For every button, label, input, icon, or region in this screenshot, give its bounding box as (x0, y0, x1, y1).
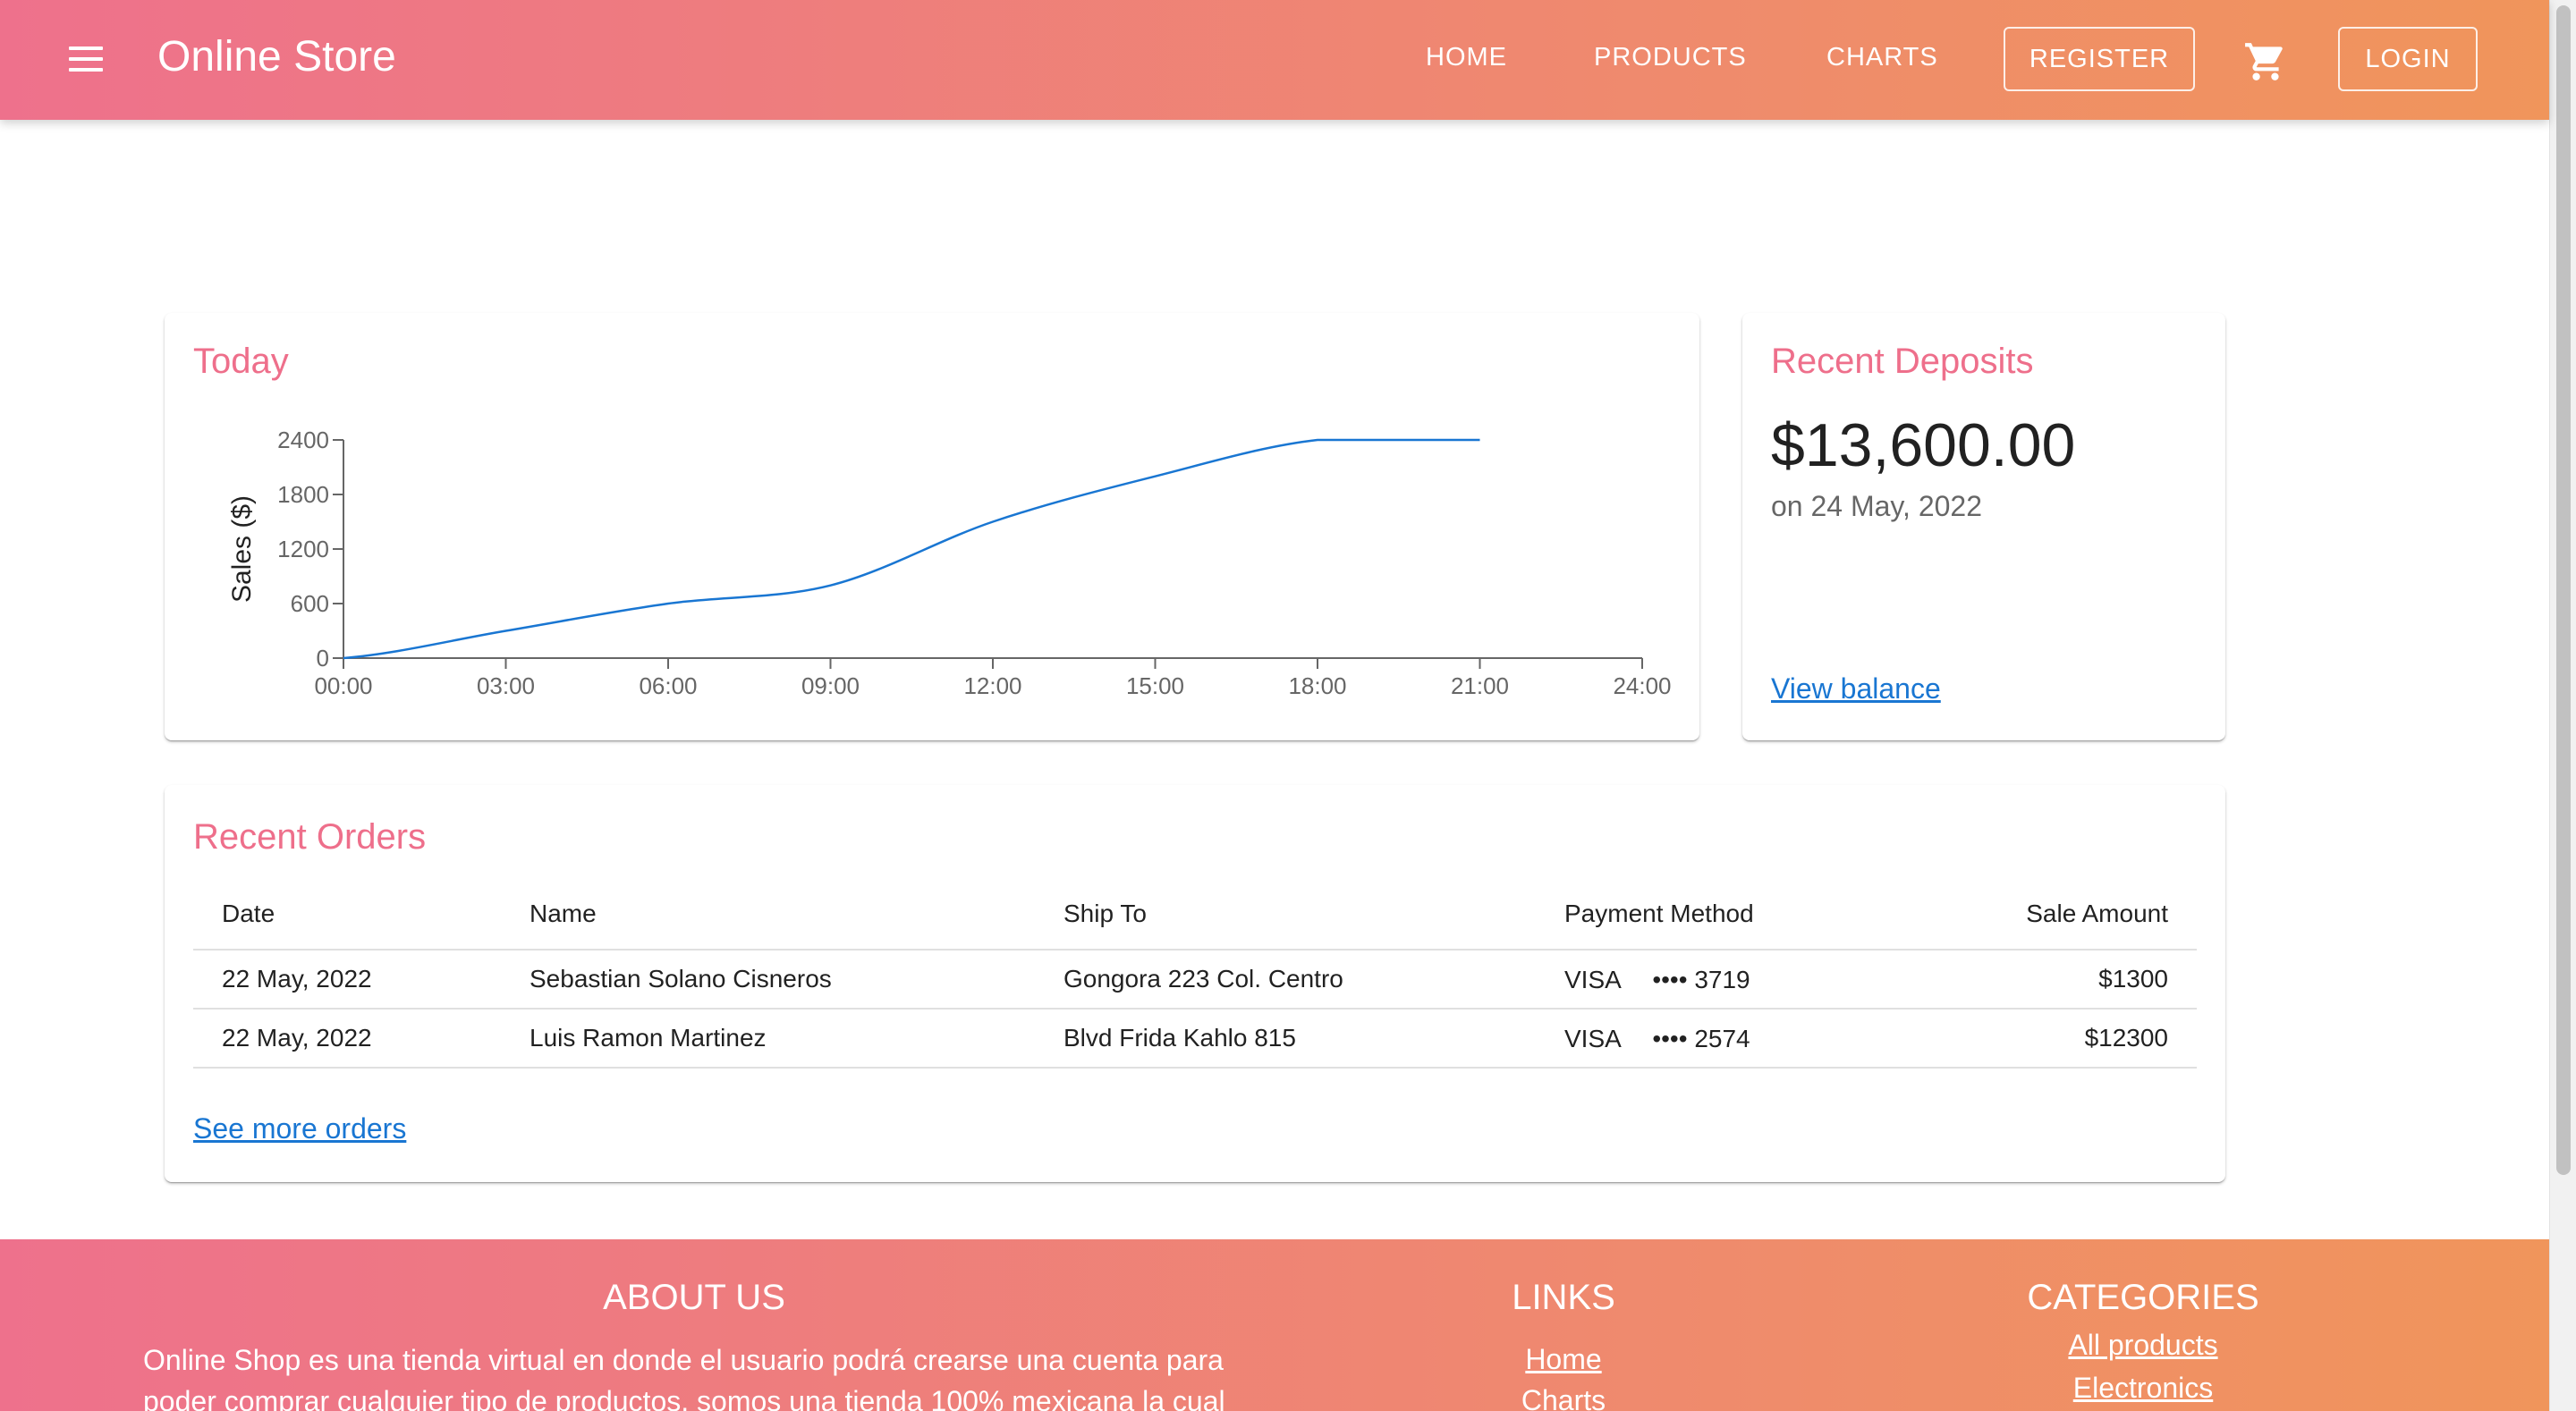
sales-series-line (343, 438, 1480, 660)
orders-table: Date Name Ship To Payment Method Sale Am… (193, 878, 2197, 1069)
login-button[interactable]: LOGIN (2338, 27, 2478, 91)
recent-deposits-card: Recent Deposits $13,600.00 on 24 May, 20… (1742, 313, 2225, 740)
app-bar: Online Store HOME PRODUCTS CHARTS REGIST… (0, 0, 2549, 120)
x-tick-label: 06:00 (639, 672, 697, 699)
nav-home[interactable]: HOME (1426, 39, 1507, 75)
footer-link-charts[interactable]: Charts (1521, 1382, 1606, 1411)
scrollbar-thumb[interactable] (2556, 5, 2571, 1175)
app-title[interactable]: Online Store (157, 32, 396, 82)
order-ship-to: Gongora 223 Col. Centro (1035, 950, 1536, 1010)
y-axis-label: Sales ($) (227, 495, 257, 603)
column-header-date: Date (193, 878, 501, 951)
table-row: 22 May, 2022 Luis Ramon Martinez Blvd Fr… (193, 1009, 2197, 1069)
orders-title: Recent Orders (193, 817, 427, 857)
y-tick-label: 2400 (277, 427, 329, 453)
order-date: 22 May, 2022 (193, 950, 501, 1010)
column-header-ship-to: Ship To (1035, 878, 1536, 951)
deposit-amount: $13,600.00 (1771, 411, 2076, 479)
y-tick-label: 600 (291, 590, 329, 617)
order-sale-amount: $1300 (1947, 950, 2197, 1010)
order-date: 22 May, 2022 (193, 1009, 501, 1069)
footer: ABOUT US Online Shop es una tienda virtu… (0, 1239, 2549, 1411)
column-header-sale-amount: Sale Amount (1947, 878, 2197, 951)
deposit-date: on 24 May, 2022 (1771, 490, 1983, 522)
table-row: 22 May, 2022 Sebastian Solano Cisneros G… (193, 950, 2197, 1010)
x-tick-label: 18:00 (1288, 672, 1346, 699)
cart-icon[interactable] (2243, 39, 2288, 84)
x-tick-label: 00:00 (314, 672, 372, 699)
order-name: Luis Ramon Martinez (501, 1009, 1035, 1069)
categories-heading: CATEGORIES (2027, 1278, 2259, 1317)
x-tick-label: 21:00 (1451, 672, 1509, 699)
x-tick-label: 09:00 (801, 672, 860, 699)
footer-category-all-products[interactable]: All products (2068, 1327, 2217, 1363)
deposits-title: Recent Deposits (1771, 342, 2034, 381)
order-ship-to: Blvd Frida Kahlo 815 (1035, 1009, 1536, 1069)
x-tick-label: 15:00 (1126, 672, 1184, 699)
table-header-row: Date Name Ship To Payment Method Sale Am… (193, 878, 2197, 951)
order-payment-method: VISA ⠀ •••• 3719 (1536, 950, 1947, 1010)
x-tick-label: 03:00 (477, 672, 535, 699)
menu-icon[interactable] (59, 32, 113, 86)
nav-products[interactable]: PRODUCTS (1594, 39, 1747, 75)
order-name: Sebastian Solano Cisneros (501, 950, 1035, 1010)
nav-charts[interactable]: CHARTS (1826, 39, 1938, 75)
links-heading: LINKS (1512, 1278, 1615, 1317)
see-more-orders-link[interactable]: See more orders (193, 1109, 406, 1148)
y-tick-label: 1200 (277, 536, 329, 562)
today-chart-card: Today 0 600 1200 1800 2400 00:00 03:00 06:00 09:… (165, 313, 1699, 740)
sales-line-chart: 0 600 1200 1800 2400 00:00 03:00 06:00 09:00 12:0… (227, 427, 1672, 699)
x-tick-label: 24:00 (1613, 672, 1671, 699)
y-tick-label: 1800 (277, 481, 329, 508)
order-sale-amount: $12300 (1947, 1009, 2197, 1069)
footer-category-electronics[interactable]: Electronics (2073, 1370, 2214, 1406)
column-header-name: Name (501, 878, 1035, 951)
recent-orders-card: Recent Orders Date Name Ship To Payment … (165, 785, 2225, 1182)
order-payment-method: VISA ⠀ •••• 2574 (1536, 1009, 1947, 1069)
register-button[interactable]: REGISTER (2004, 27, 2195, 91)
footer-link-home[interactable]: Home (1525, 1341, 1601, 1377)
view-balance-link[interactable]: View balance (1771, 669, 1941, 708)
about-us-text: Online Shop es una tienda virtual en don… (143, 1344, 1225, 1411)
x-tick-label: 12:00 (963, 672, 1021, 699)
vertical-scrollbar[interactable] (2549, 0, 2576, 1411)
y-tick-label: 0 (317, 645, 329, 672)
column-header-payment-method: Payment Method (1536, 878, 1947, 951)
about-us-heading: ABOUT US (603, 1278, 785, 1317)
